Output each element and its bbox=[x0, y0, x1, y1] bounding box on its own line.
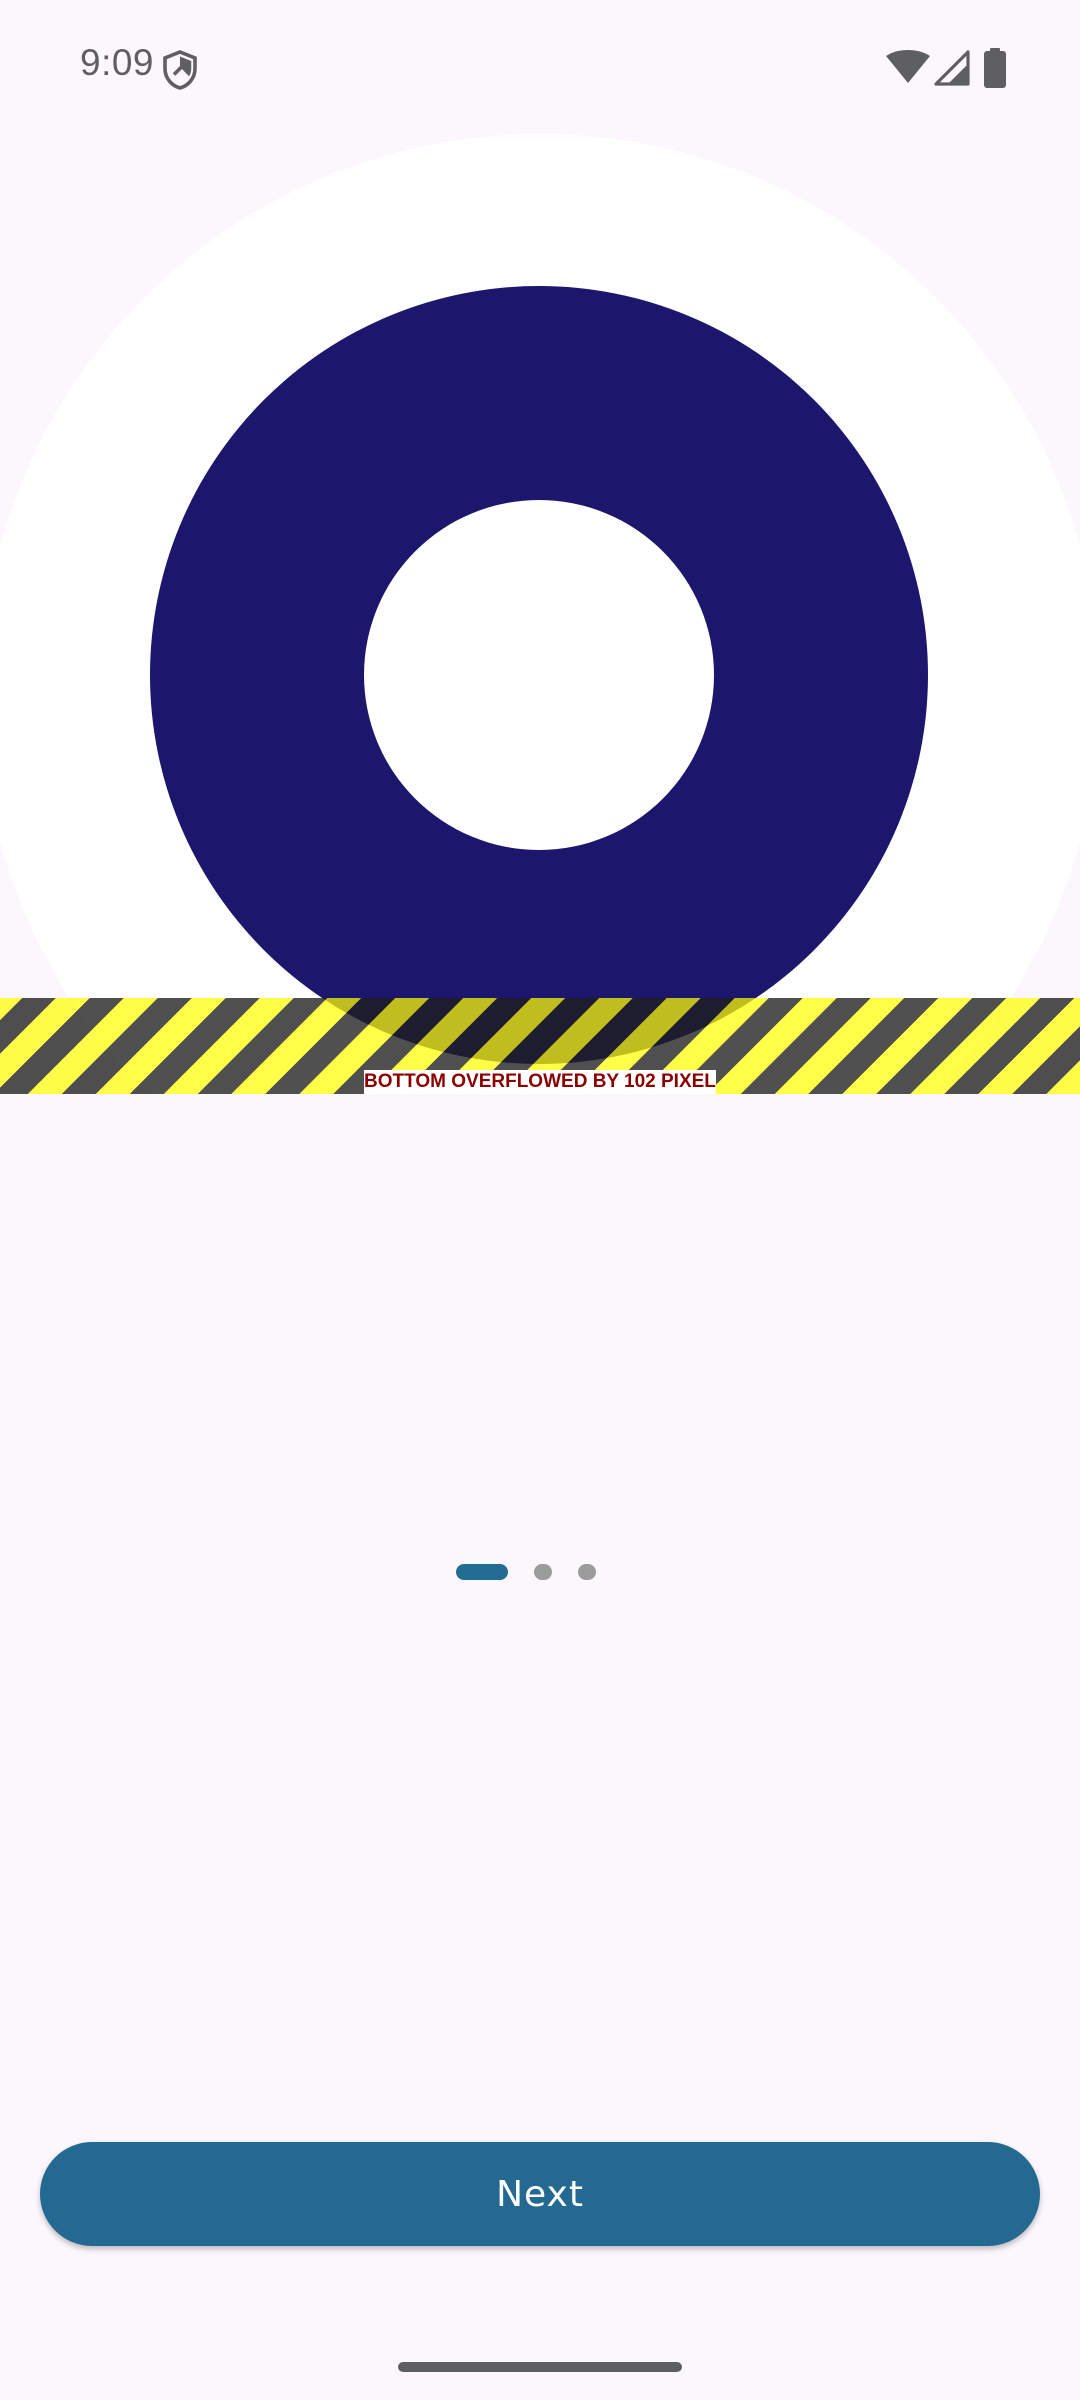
page-indicator-dot[interactable] bbox=[534, 1564, 552, 1580]
onboarding-illustration bbox=[0, 0, 1080, 1094]
battery-icon bbox=[984, 48, 1006, 88]
signal-icon bbox=[934, 50, 970, 86]
status-time: 9:09 bbox=[80, 42, 155, 83]
page-indicator-dot-active[interactable] bbox=[456, 1564, 508, 1580]
onboarding-screen: 9:09 BOTTOM OVERFLOWED BY 102 PIXELS Nex… bbox=[0, 0, 1080, 2400]
page-indicator bbox=[456, 1564, 596, 1580]
overflow-warning-text: BOTTOM OVERFLOWED BY 102 PIXELS bbox=[364, 1070, 716, 1094]
next-button[interactable]: Next bbox=[40, 2142, 1040, 2246]
page-indicator-dot[interactable] bbox=[578, 1564, 596, 1580]
status-bar: 9:09 bbox=[0, 0, 1080, 136]
wifi-icon bbox=[886, 50, 930, 83]
ring-center bbox=[364, 500, 714, 850]
home-indicator-bar[interactable] bbox=[398, 2362, 682, 2372]
shield-icon bbox=[163, 50, 197, 90]
